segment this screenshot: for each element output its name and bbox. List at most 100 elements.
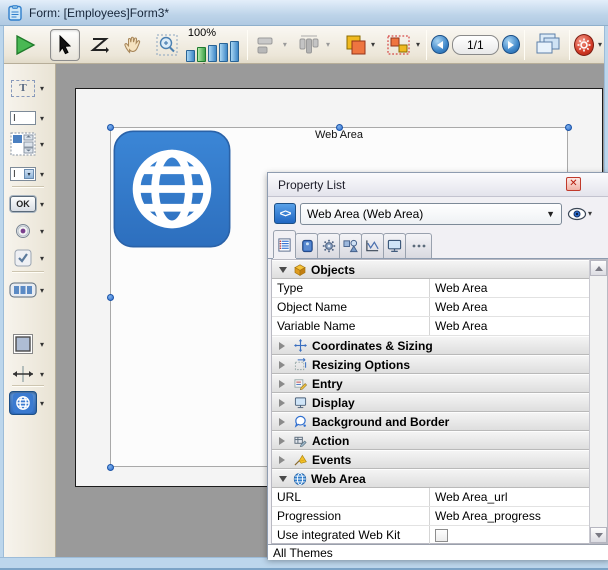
list-box-dropdown-arrow[interactable]: ▾	[40, 140, 44, 149]
disclosure-closed-icon[interactable]	[279, 380, 285, 388]
radio-button-tool[interactable]	[9, 219, 37, 243]
tab-more[interactable]	[405, 233, 432, 258]
form-pages-button[interactable]	[529, 29, 565, 61]
button-grid-tool[interactable]	[9, 278, 37, 302]
settings-dropdown-arrow[interactable]: ▾	[598, 40, 602, 49]
tab-photo[interactable]	[295, 233, 318, 258]
layer-dropdown-arrow[interactable]: ▾	[371, 40, 375, 49]
object-selector-value: Web Area (Web Area)	[307, 207, 423, 221]
scroll-down-button[interactable]	[590, 527, 607, 543]
disclosure-open-icon[interactable]	[279, 267, 287, 273]
group-dropdown-arrow[interactable]: ▾	[416, 40, 420, 49]
section-header-events[interactable]: Events	[272, 450, 589, 469]
disclosure-closed-icon[interactable]	[279, 418, 285, 426]
list-box-tool[interactable]	[9, 132, 37, 156]
disclosure-closed-icon[interactable]	[279, 437, 285, 445]
section-header-coordinates-sizing[interactable]: Coordinates & Sizing	[272, 336, 589, 355]
combo-box-icon: I▾	[10, 167, 36, 181]
property-list-titlebar[interactable]: Property List	[268, 173, 608, 197]
align-dropdown-arrow[interactable]: ▾	[283, 40, 287, 49]
radio-button-dropdown-arrow[interactable]: ▾	[40, 227, 44, 236]
settings-button[interactable]	[574, 34, 594, 56]
combo-box-tool[interactable]: I▾	[9, 162, 37, 186]
property-value[interactable]: Web Area_url	[430, 488, 589, 506]
object-kind-icon[interactable]: <>	[274, 203, 296, 224]
disclosure-closed-icon[interactable]	[279, 361, 285, 369]
disclosure-closed-icon[interactable]	[279, 456, 285, 464]
next-page-button[interactable]	[502, 35, 520, 54]
eye-icon	[567, 207, 587, 221]
section-label: Web Area	[311, 472, 366, 486]
close-icon[interactable]: ✕	[566, 177, 581, 191]
property-value[interactable]: Web Area	[430, 298, 589, 316]
web-kit-checkbox[interactable]	[435, 529, 448, 542]
checkbox-tool[interactable]	[9, 246, 37, 270]
web-area-dropdown-arrow[interactable]: ▾	[40, 399, 44, 408]
tab-options[interactable]	[317, 233, 340, 258]
splitter-dropdown-arrow[interactable]: ▾	[40, 370, 44, 379]
button-dropdown-arrow[interactable]: ▾	[40, 200, 44, 209]
run-form-button[interactable]	[10, 29, 40, 61]
tab-property-list[interactable]	[273, 230, 296, 258]
data-entry-order-tool[interactable]	[86, 29, 114, 61]
zoom-bar-400[interactable]	[219, 43, 228, 62]
button-tool[interactable]: OK	[9, 192, 37, 216]
button-grid-dropdown-arrow[interactable]: ▾	[40, 286, 44, 295]
section-header-background-border[interactable]: Background and Border	[272, 412, 589, 431]
property-value[interactable]: Web Area_progress	[430, 507, 589, 525]
hand-tool[interactable]	[120, 29, 147, 61]
selection-handle-middle-left[interactable]	[107, 294, 114, 301]
selection-handle-top-middle[interactable]	[336, 124, 343, 131]
tab-chart[interactable]	[361, 233, 384, 258]
disclosure-open-icon[interactable]	[279, 476, 287, 482]
property-value[interactable]: Web Area	[430, 317, 589, 335]
section-header-objects[interactable]: Objects	[272, 260, 589, 279]
zoom-bar-50[interactable]	[186, 50, 195, 62]
combo-box-dropdown-arrow[interactable]: ▾	[40, 170, 44, 179]
selection-handle-top-left[interactable]	[107, 124, 114, 131]
zoom-tool[interactable]	[152, 29, 182, 61]
distribute-dropdown-arrow[interactable]: ▾	[326, 40, 330, 49]
checkbox-dropdown-arrow[interactable]: ▾	[40, 254, 44, 263]
object-selector-combobox[interactable]: Web Area (Web Area) ▼	[300, 203, 562, 225]
monitor-icon	[387, 239, 402, 253]
input-tool[interactable]: I	[9, 106, 37, 130]
scroll-up-button[interactable]	[590, 260, 607, 276]
selection-handle-top-right[interactable]	[565, 124, 572, 131]
splitter-tool[interactable]	[9, 362, 37, 386]
selection-arrow-tool[interactable]	[50, 29, 80, 61]
distribute-tool[interactable]	[293, 29, 325, 61]
section-header-action[interactable]: Action	[272, 431, 589, 450]
page-indicator[interactable]: 1/1	[452, 35, 500, 55]
layer-tool[interactable]	[338, 29, 370, 61]
rectangle-dropdown-arrow[interactable]: ▾	[40, 340, 44, 349]
section-header-display[interactable]: Display	[272, 393, 589, 412]
input-dropdown-arrow[interactable]: ▾	[40, 114, 44, 123]
tab-display[interactable]	[383, 233, 406, 258]
zoom-bar-100[interactable]	[197, 47, 206, 62]
property-list-scrollbar[interactable]	[589, 259, 608, 544]
static-text-tool[interactable]: T	[9, 76, 37, 100]
disclosure-closed-icon[interactable]	[279, 342, 285, 350]
view-options-button[interactable]: ▾	[567, 207, 594, 221]
selection-handle-bottom-left[interactable]	[107, 464, 114, 471]
zoom-bar-200[interactable]	[208, 45, 217, 62]
section-header-entry[interactable]: Entry	[272, 374, 589, 393]
rectangle-tool[interactable]	[9, 332, 37, 356]
tab-objects[interactable]	[339, 233, 362, 258]
section-label: Entry	[312, 377, 343, 391]
zoom-scale-widget[interactable]: 100%	[186, 27, 239, 62]
group-tool[interactable]	[383, 29, 415, 61]
view-options-dropdown-arrow[interactable]: ▾	[588, 209, 592, 218]
section-header-web-area[interactable]: Web Area	[272, 469, 589, 488]
align-tool[interactable]	[252, 29, 282, 61]
display-icon	[293, 396, 308, 410]
previous-page-button[interactable]	[431, 35, 449, 54]
static-text-dropdown-arrow[interactable]: ▾	[40, 84, 44, 93]
property-value[interactable]: Web Area	[430, 279, 589, 297]
disclosure-closed-icon[interactable]	[279, 399, 285, 407]
section-header-resizing-options[interactable]: Resizing Options	[272, 355, 589, 374]
zoom-bar-800[interactable]	[230, 41, 239, 62]
titlebar[interactable]: Form: [Employees]Form3*	[0, 0, 608, 26]
web-area-tool[interactable]	[9, 391, 37, 415]
